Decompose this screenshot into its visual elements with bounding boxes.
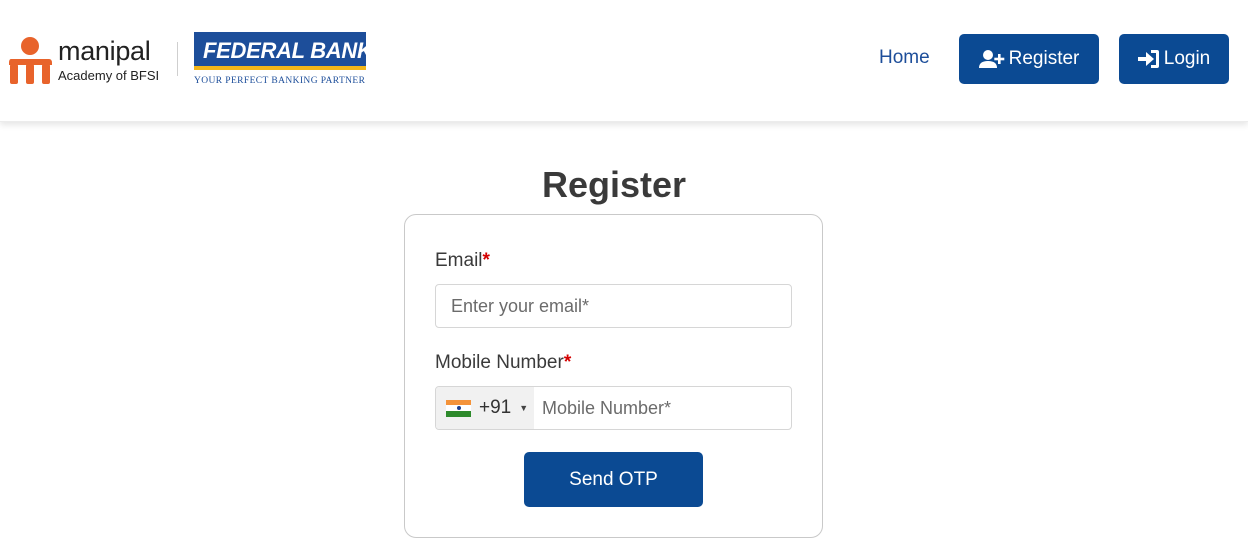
email-field[interactable] xyxy=(435,284,792,328)
sign-in-icon xyxy=(1137,50,1159,68)
email-label: Email* xyxy=(435,250,490,272)
country-dial-code: +91 xyxy=(479,397,512,418)
chevron-down-icon: ▼ xyxy=(519,403,529,413)
mobile-number-field[interactable] xyxy=(534,387,791,429)
required-asterisk: * xyxy=(563,352,572,373)
send-otp-button[interactable]: Send OTP xyxy=(524,452,703,507)
register-button[interactable]: Register xyxy=(959,34,1099,84)
login-button[interactable]: Login xyxy=(1119,34,1229,84)
mobile-label-text: Mobile Number xyxy=(435,352,564,373)
mobile-number-group: +91 ▼ xyxy=(435,386,792,430)
manipal-subtitle: Academy of BFSI xyxy=(58,68,160,83)
email-label-text: Email xyxy=(435,250,483,271)
user-plus-icon xyxy=(978,50,1004,68)
login-button-label: Login xyxy=(1163,48,1211,69)
mobile-label: Mobile Number* xyxy=(435,352,571,374)
india-flag-icon xyxy=(446,399,471,417)
page-title: Register xyxy=(541,164,687,205)
manipal-name: manipal xyxy=(58,36,151,66)
manipal-logo-icon xyxy=(9,37,52,84)
country-code-selector[interactable]: +91 ▼ xyxy=(436,387,534,429)
register-form-card: Email* Mobile Number* +91 ▼ Send OTP xyxy=(404,214,823,538)
site-header: manipal Academy of BFSI FEDERAL BANK YOU… xyxy=(0,0,1248,122)
federal-bank-logo: FEDERAL BANK xyxy=(194,32,373,70)
required-asterisk: * xyxy=(482,250,490,271)
nav-home-link[interactable]: Home xyxy=(879,47,930,69)
brand-divider xyxy=(177,42,178,76)
register-button-label: Register xyxy=(1008,48,1080,69)
federal-bank-tagline: YOUR PERFECT BANKING PARTNER xyxy=(194,76,366,86)
